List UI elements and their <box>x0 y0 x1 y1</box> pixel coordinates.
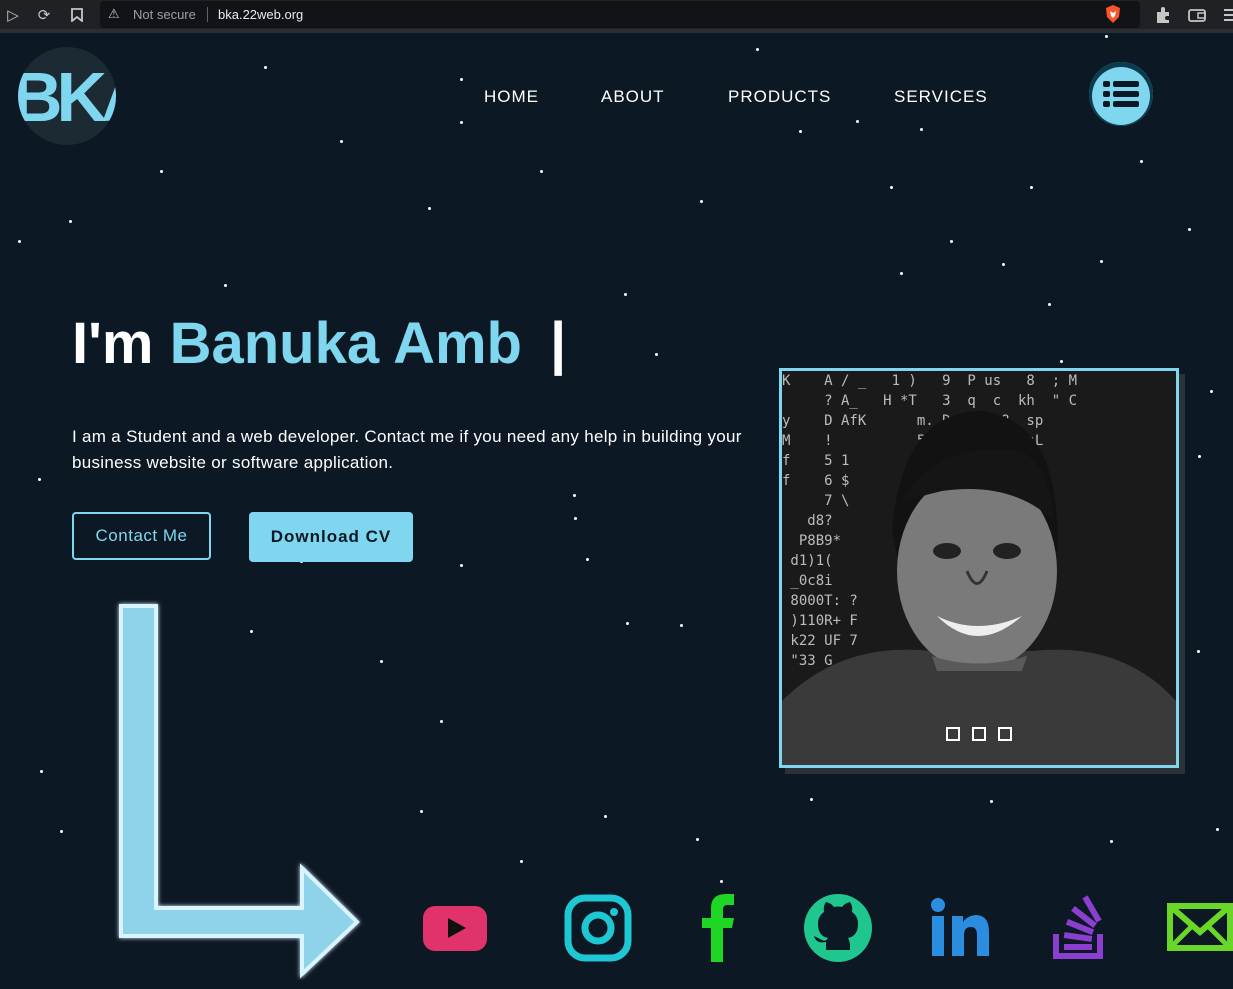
star <box>1048 303 1051 306</box>
youtube-icon[interactable] <box>420 890 492 962</box>
slider-dot[interactable] <box>998 727 1012 741</box>
slider-dot[interactable] <box>972 727 986 741</box>
browser-toolbar: ▷ ⟳ ⚠ Not secure bka.22web.org <box>0 0 1233 33</box>
star <box>69 220 72 223</box>
star <box>460 78 463 81</box>
star <box>574 517 577 520</box>
menu-icon[interactable] <box>1220 5 1233 25</box>
star <box>655 353 658 356</box>
star <box>696 838 699 841</box>
star <box>1188 228 1191 231</box>
star <box>586 558 589 561</box>
star <box>920 128 923 131</box>
nav-products[interactable]: PRODUCTS <box>728 87 831 107</box>
profile-photo-slider: K A / _ 1 ) 9 P us 8 ; M ? A_ H *T 3 q c… <box>779 368 1179 768</box>
star <box>380 660 383 663</box>
star <box>756 48 759 51</box>
arrow-decoration <box>119 604 360 979</box>
typing-cursor: | <box>549 311 567 376</box>
person-photo <box>782 411 1176 765</box>
star <box>799 130 802 133</box>
star <box>224 284 227 287</box>
star <box>1140 160 1143 163</box>
download-cv-button[interactable]: Download CV <box>249 512 413 562</box>
security-label: Not secure <box>133 7 196 22</box>
wallet-icon[interactable] <box>1187 5 1207 25</box>
star <box>340 140 343 143</box>
star <box>573 494 576 497</box>
address-bar[interactable]: ⚠ Not secure bka.22web.org <box>100 1 1140 28</box>
bookmark-icon[interactable] <box>66 4 88 26</box>
star <box>264 66 267 69</box>
star <box>460 564 463 567</box>
star <box>428 207 431 210</box>
star <box>1198 455 1201 458</box>
star <box>18 240 21 243</box>
star <box>440 720 443 723</box>
star <box>1216 828 1219 831</box>
star <box>604 815 607 818</box>
stackoverflow-icon[interactable] <box>1046 890 1118 962</box>
star <box>1105 35 1108 38</box>
star <box>520 860 523 863</box>
site-logo[interactable]: BKA <box>18 47 116 145</box>
star <box>1100 260 1103 263</box>
star <box>680 624 683 627</box>
star <box>40 770 43 773</box>
play-icon[interactable]: ▷ <box>2 4 24 26</box>
brave-shield-icon[interactable] <box>1103 4 1123 24</box>
star <box>160 170 163 173</box>
hero-name: Banuka Amb <box>169 311 522 376</box>
email-icon[interactable] <box>1166 890 1233 962</box>
url-text[interactable]: bka.22web.org <box>218 7 303 22</box>
star <box>540 170 543 173</box>
list-icon <box>1103 81 1139 107</box>
star <box>38 478 41 481</box>
star <box>1030 186 1033 189</box>
star <box>1197 650 1200 653</box>
star <box>420 810 423 813</box>
contact-me-button[interactable]: Contact Me <box>72 512 211 560</box>
star <box>810 798 813 801</box>
nav-about[interactable]: ABOUT <box>601 87 665 107</box>
facebook-icon[interactable] <box>682 890 754 962</box>
slider-dots <box>946 727 1012 741</box>
star <box>900 272 903 275</box>
star <box>626 622 629 625</box>
star <box>624 293 627 296</box>
hero-title: I'm Banuka Amb | <box>72 311 567 376</box>
nav-home[interactable]: HOME <box>484 87 539 107</box>
star <box>700 200 703 203</box>
github-icon[interactable] <box>802 890 874 962</box>
star <box>890 186 893 189</box>
star <box>856 120 859 123</box>
star <box>990 800 993 803</box>
star <box>1110 840 1113 843</box>
star <box>1060 360 1063 363</box>
nav-services[interactable]: SERVICES <box>894 87 988 107</box>
star <box>720 880 723 883</box>
star <box>1210 390 1213 393</box>
linkedin-icon[interactable] <box>925 890 997 962</box>
warning-icon: ⚠ <box>108 6 120 21</box>
star <box>460 121 463 124</box>
star <box>950 240 953 243</box>
star <box>1002 263 1005 266</box>
menu-toggle-button[interactable] <box>1089 62 1153 126</box>
extensions-icon[interactable] <box>1153 5 1173 25</box>
instagram-icon[interactable] <box>562 890 634 962</box>
hero-description: I am a Student and a web developer. Cont… <box>72 427 742 472</box>
star <box>60 830 63 833</box>
slider-dot[interactable] <box>946 727 960 741</box>
reload-icon[interactable]: ⟳ <box>33 4 55 26</box>
